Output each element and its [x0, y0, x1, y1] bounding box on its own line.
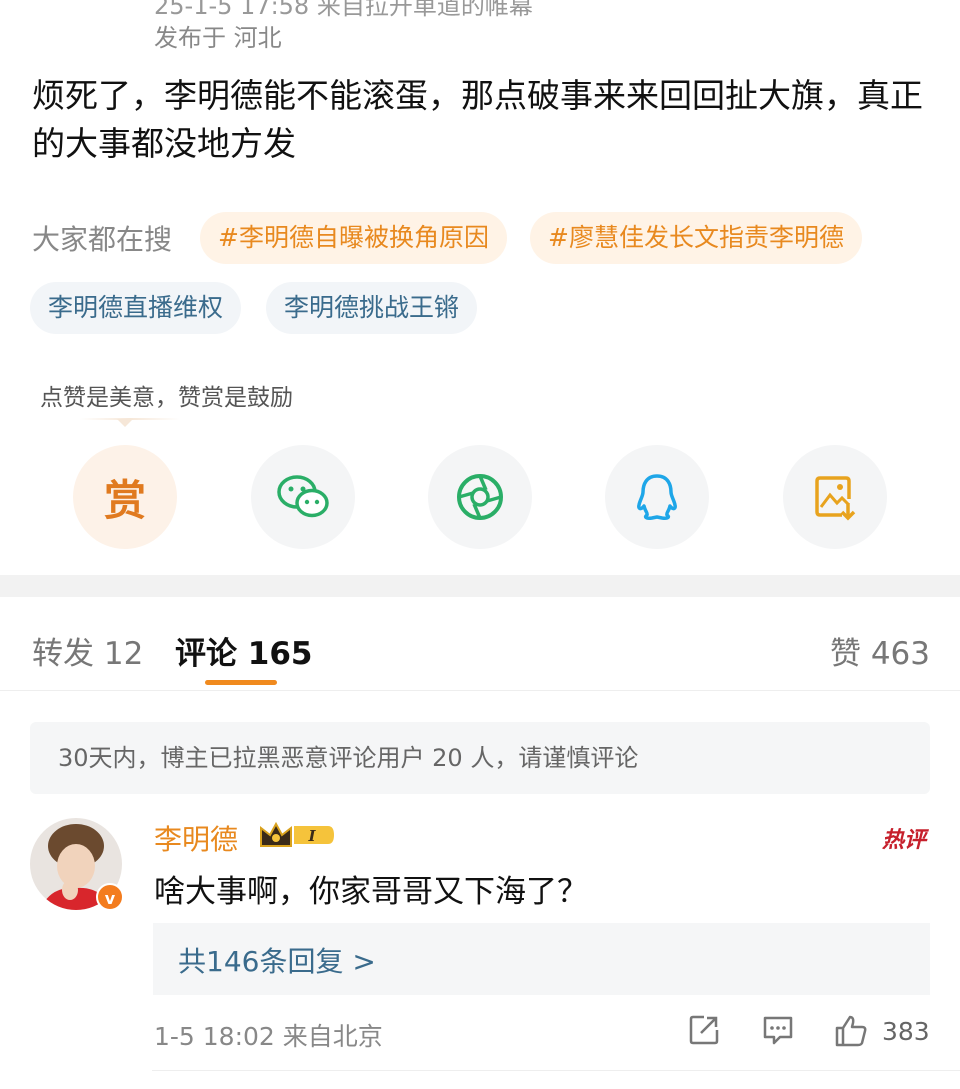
vip-level: I — [307, 827, 316, 845]
reward-tip: 点赞是美意，赞赏是鼓励 — [40, 385, 293, 411]
comment-divider — [152, 1070, 960, 1071]
share-qq-button[interactable] — [605, 445, 709, 549]
share-wechat-button[interactable] — [251, 445, 355, 549]
vip-level-badge-icon: I — [260, 821, 334, 847]
qq-icon — [637, 474, 677, 520]
search-tag[interactable]: #廖慧佳发长文指责李明德 — [530, 212, 862, 264]
tab-divider — [0, 690, 960, 691]
repost-icon[interactable] — [688, 1014, 720, 1046]
hot-search-label: 大家都在搜 — [32, 223, 173, 256]
tab-reposts[interactable]: 转发 12 — [32, 628, 143, 673]
poster-avatar[interactable] — [30, 0, 130, 10]
search-tag[interactable]: #李明德自曝被换角原因 — [200, 212, 507, 264]
like-count: 383 — [882, 1017, 930, 1046]
reward-icon: 赏 — [103, 475, 146, 525]
hot-comment-badge: 热评 — [881, 828, 926, 853]
like-icon[interactable] — [834, 1014, 868, 1048]
post-location: 发布于 河北 — [154, 24, 282, 52]
verified-badge: v — [96, 883, 124, 911]
moments-icon — [457, 474, 503, 520]
search-tag[interactable]: 李明德挑战王锵 — [266, 282, 478, 334]
active-tab-indicator — [205, 680, 277, 685]
search-tag[interactable]: 李明德直播维权 — [30, 282, 242, 334]
comment-text: 啥大事啊，你家哥哥又下海了？ — [154, 874, 588, 910]
comment-notice: 30天内，博主已拉黑恶意评论用户 20 人，请谨慎评论 — [30, 722, 930, 794]
post-text: 烦死了，李明德能不能滚蛋，那点破事来来回回扯大旗，真正的大事都没地方发 — [32, 76, 923, 163]
save-image-button[interactable] — [783, 445, 887, 549]
tip-pointer — [117, 419, 133, 427]
section-gap — [0, 575, 960, 597]
view-replies-link[interactable]: 共146条回复 > — [178, 940, 376, 980]
comment-icon[interactable] — [762, 1014, 794, 1046]
commenter-name[interactable]: 李明德 — [154, 818, 238, 858]
wechat-icon — [277, 475, 329, 518]
share-moments-button[interactable] — [428, 445, 532, 549]
reward-button[interactable]: 赏 — [73, 445, 177, 549]
tab-likes[interactable]: 赞 463 — [830, 628, 930, 673]
save-image-icon — [815, 476, 856, 521]
comment-time-location: 1-5 18:02 来自北京 — [154, 1022, 383, 1051]
tab-comments[interactable]: 评论 165 — [175, 628, 313, 673]
